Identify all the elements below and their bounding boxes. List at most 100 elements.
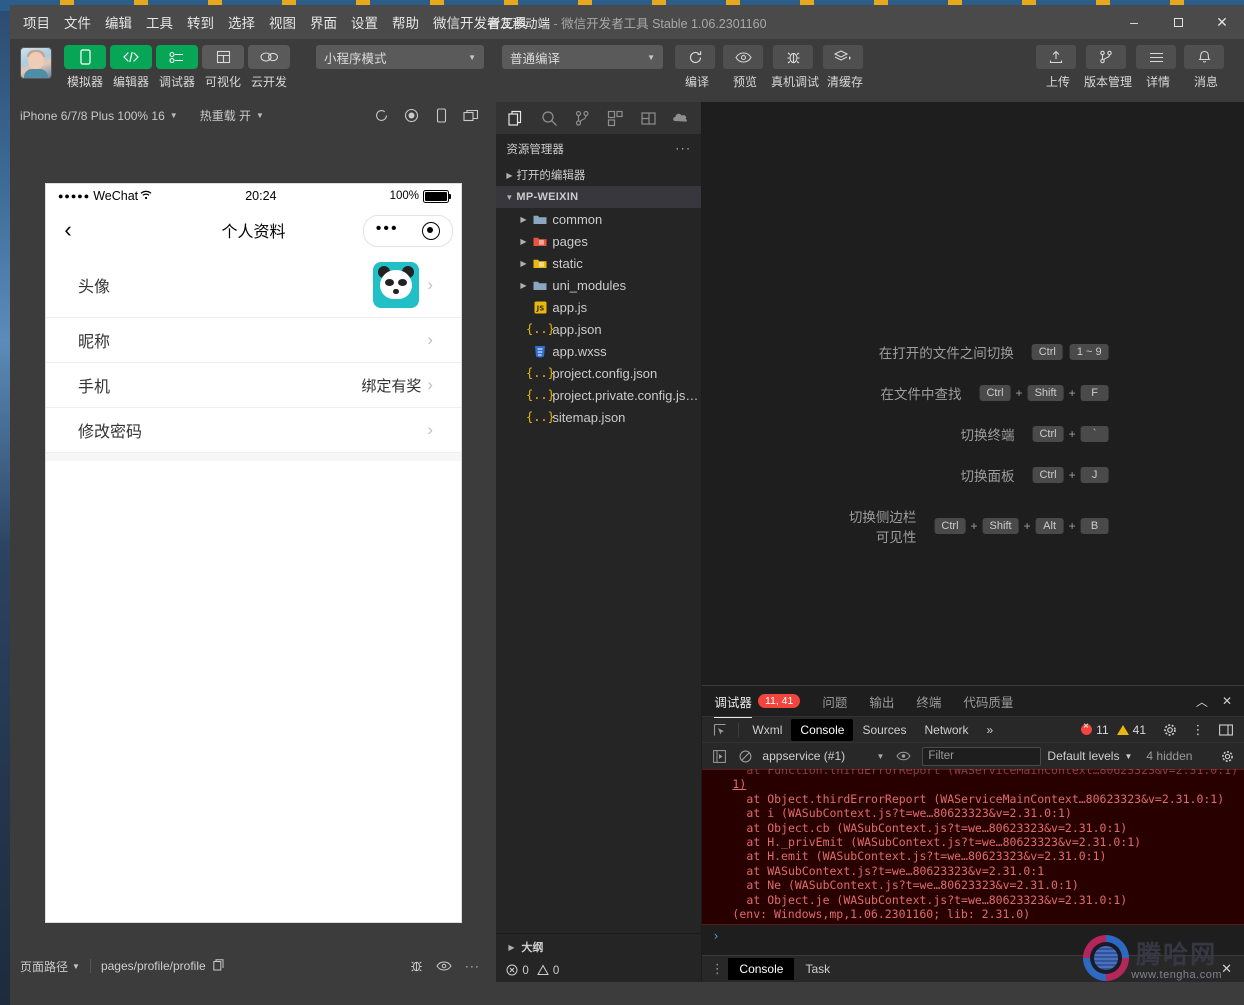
console-levels-select[interactable]: Default levels ▼: [1047, 749, 1132, 763]
devtools-tab-more[interactable]: »: [978, 719, 1003, 741]
more-icon[interactable]: ···: [675, 143, 691, 155]
clear-icon[interactable]: [732, 750, 758, 763]
device-select[interactable]: iPhone 6/7/8 Plus 100% 16 ▼: [20, 109, 178, 123]
tree-section-open-editors[interactable]: ▶ 打开的编辑器: [496, 164, 701, 186]
menu-item-help[interactable]: 帮助: [385, 9, 426, 35]
tree-item-common[interactable]: ▶ common: [496, 208, 701, 230]
tree-item-uni-modules[interactable]: ▶ uni_modules: [496, 274, 701, 296]
chevron-right-icon[interactable]: ▶: [516, 281, 530, 290]
menu-item-file[interactable]: 文件: [57, 9, 98, 35]
clear-cache-button[interactable]: 清缓存: [823, 45, 867, 90]
cloud-db-icon[interactable]: [665, 102, 698, 134]
user-avatar[interactable]: [20, 47, 52, 79]
menu-item-view[interactable]: 视图: [262, 9, 303, 35]
tree-item-app-json[interactable]: {..} app.json: [496, 318, 701, 340]
tree-item-static[interactable]: ▶ static: [496, 252, 701, 274]
copy-icon[interactable]: [213, 959, 224, 974]
rotate-icon[interactable]: [366, 105, 396, 127]
chevron-down-icon[interactable]: ▼: [72, 962, 80, 971]
snippets-icon[interactable]: [632, 102, 665, 134]
tree-item-sitemap[interactable]: {..} sitemap.json: [496, 406, 701, 428]
kebab-icon[interactable]: ⋮: [706, 965, 728, 973]
menu-item-project[interactable]: 项目: [16, 9, 57, 35]
compile-button[interactable]: 编译: [675, 45, 719, 90]
close-icon[interactable]: ✕: [1213, 961, 1240, 977]
target-icon[interactable]: [422, 222, 440, 240]
list-item[interactable]: 头像 ›: [46, 252, 461, 318]
menu-item-devtools[interactable]: 微信开发者工具: [426, 9, 535, 35]
tree-item-app-js[interactable]: JS app.js: [496, 296, 701, 318]
chevron-right-icon[interactable]: ▶: [516, 237, 530, 246]
tab-problems[interactable]: 问题: [822, 686, 847, 717]
list-item[interactable]: 昵称 ›: [46, 318, 461, 363]
gear-icon[interactable]: [1156, 723, 1184, 737]
messages-button[interactable]: 消息: [1184, 45, 1228, 90]
bug-icon[interactable]: [402, 959, 430, 973]
close-icon[interactable]: ✕: [1200, 5, 1244, 39]
devtools-tab-wxml[interactable]: Wxml: [743, 719, 791, 741]
more-icon[interactable]: ···: [458, 959, 486, 973]
app-mode-select[interactable]: 小程序模式 ▼: [316, 45, 484, 69]
hot-reload-select[interactable]: 热重载 开 ▼: [200, 107, 264, 124]
source-control-icon[interactable]: [566, 102, 599, 134]
outline-section[interactable]: ▶ 大纲: [496, 933, 701, 960]
kebab-icon[interactable]: ⋮: [1184, 727, 1212, 733]
console-output[interactable]: at Function.thirdErrorReport (WAServiceM…: [702, 769, 1244, 955]
devtools-tab-console[interactable]: Console: [791, 719, 853, 741]
maximize-icon[interactable]: [1156, 5, 1200, 39]
footer-tab-task[interactable]: Task: [794, 958, 841, 980]
devtools-tab-sources[interactable]: Sources: [853, 719, 915, 741]
tree-item-app-wxss[interactable]: app.wxss: [496, 340, 701, 362]
execute-icon[interactable]: [706, 750, 732, 763]
tab-debugger[interactable]: 调试器: [714, 686, 752, 717]
menu-item-settings[interactable]: 设置: [344, 9, 385, 35]
menu-item-select[interactable]: 选择: [221, 9, 262, 35]
search-icon[interactable]: [533, 102, 566, 134]
more-dots-icon[interactable]: •••: [376, 229, 399, 233]
tree-item-pages[interactable]: ▶ pages: [496, 230, 701, 252]
devtools-tab-network[interactable]: Network: [915, 719, 977, 741]
devtools-error-summary[interactable]: 11 41: [1081, 723, 1146, 737]
console-prompt[interactable]: ›: [702, 925, 1244, 947]
list-item[interactable]: 修改密码 ›: [46, 408, 461, 453]
chevron-up-icon[interactable]: ︿: [1196, 693, 1208, 710]
tab-terminal[interactable]: 终端: [916, 686, 941, 717]
visual-button[interactable]: 可视化: [202, 45, 244, 90]
files-icon[interactable]: [500, 102, 533, 134]
preview-button[interactable]: 预览: [723, 45, 767, 90]
list-item[interactable]: 手机 绑定有奖 ›: [46, 363, 461, 408]
dock-icon[interactable]: [1212, 724, 1240, 736]
page-path-label[interactable]: 页面路径: [20, 958, 68, 975]
minimize-icon[interactable]: ‒: [1112, 5, 1156, 39]
eye-icon[interactable]: [890, 751, 916, 761]
simulator-button[interactable]: 模拟器: [64, 45, 106, 90]
menu-item-tools[interactable]: 工具: [139, 9, 180, 35]
menu-item-interface[interactable]: 界面: [303, 9, 344, 35]
chevron-right-icon[interactable]: ▶: [516, 215, 530, 224]
console-hidden-count[interactable]: 4 hidden: [1146, 749, 1192, 763]
eye-icon[interactable]: [430, 961, 458, 971]
tree-item-project-config[interactable]: {..} project.config.json: [496, 362, 701, 384]
record-icon[interactable]: [396, 105, 426, 127]
close-icon[interactable]: ✕: [1222, 694, 1232, 708]
compile-mode-select[interactable]: 普通编译 ▼: [502, 45, 663, 69]
real-device-debug-button[interactable]: 真机调试: [771, 45, 819, 90]
gear-icon[interactable]: [1214, 750, 1240, 763]
debugger-button[interactable]: 调试器: [156, 45, 198, 90]
chevron-right-icon[interactable]: ▶: [516, 259, 530, 268]
version-control-button[interactable]: 版本管理: [1084, 45, 1132, 90]
inspect-icon[interactable]: [706, 723, 734, 737]
tab-code-quality[interactable]: 代码质量: [963, 686, 1013, 717]
tree-item-project-private-config[interactable]: {..} project.private.config.js…: [496, 384, 701, 406]
upload-button[interactable]: 上传: [1036, 45, 1080, 90]
tree-section-mp-weixin[interactable]: ▼ MP-WEIXIN: [496, 186, 701, 208]
window-icon[interactable]: [456, 105, 486, 127]
cloud-button[interactable]: 云开发: [248, 45, 290, 90]
console-context-select[interactable]: appservice (#1) ▼: [762, 749, 890, 763]
device-icon[interactable]: [426, 105, 456, 127]
extensions-icon[interactable]: [599, 102, 632, 134]
menu-item-edit[interactable]: 编辑: [98, 9, 139, 35]
editor-button[interactable]: 编辑器: [110, 45, 152, 90]
console-filter-input[interactable]: Filter: [922, 747, 1041, 766]
footer-tab-console[interactable]: Console: [728, 958, 794, 980]
